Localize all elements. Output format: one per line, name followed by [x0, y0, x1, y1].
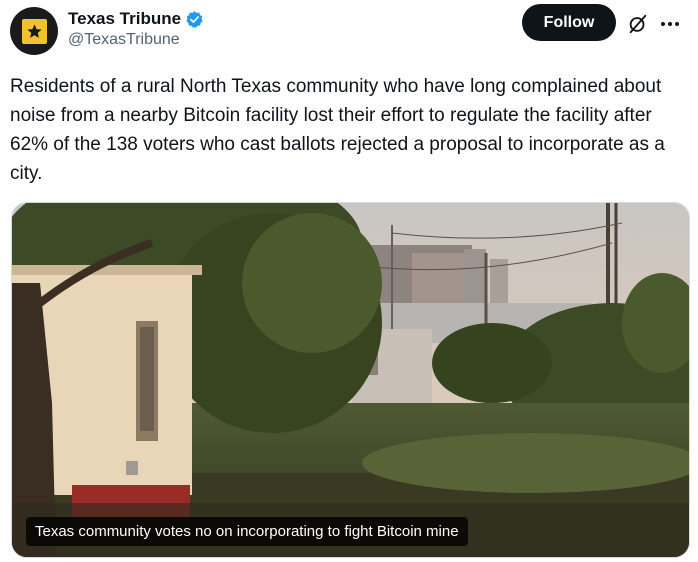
card-image: [12, 203, 689, 557]
handle[interactable]: @TexasTribune: [68, 31, 204, 49]
tweet-text: Residents of a rural North Texas communi…: [10, 76, 665, 184]
follow-button[interactable]: Follow: [522, 4, 616, 41]
card-caption: Texas community votes no on incorporatin…: [26, 517, 468, 546]
star-icon: [21, 18, 47, 44]
avatar[interactable]: [10, 7, 58, 55]
author-names: Texas Tribune @TexasTribune: [68, 8, 204, 49]
more-icon[interactable]: [659, 13, 681, 35]
display-name[interactable]: Texas Tribune: [68, 9, 181, 29]
grok-icon[interactable]: [627, 13, 649, 35]
link-card[interactable]: Texas community votes no on incorporatin…: [11, 202, 690, 558]
verified-badge-icon: [186, 10, 203, 28]
